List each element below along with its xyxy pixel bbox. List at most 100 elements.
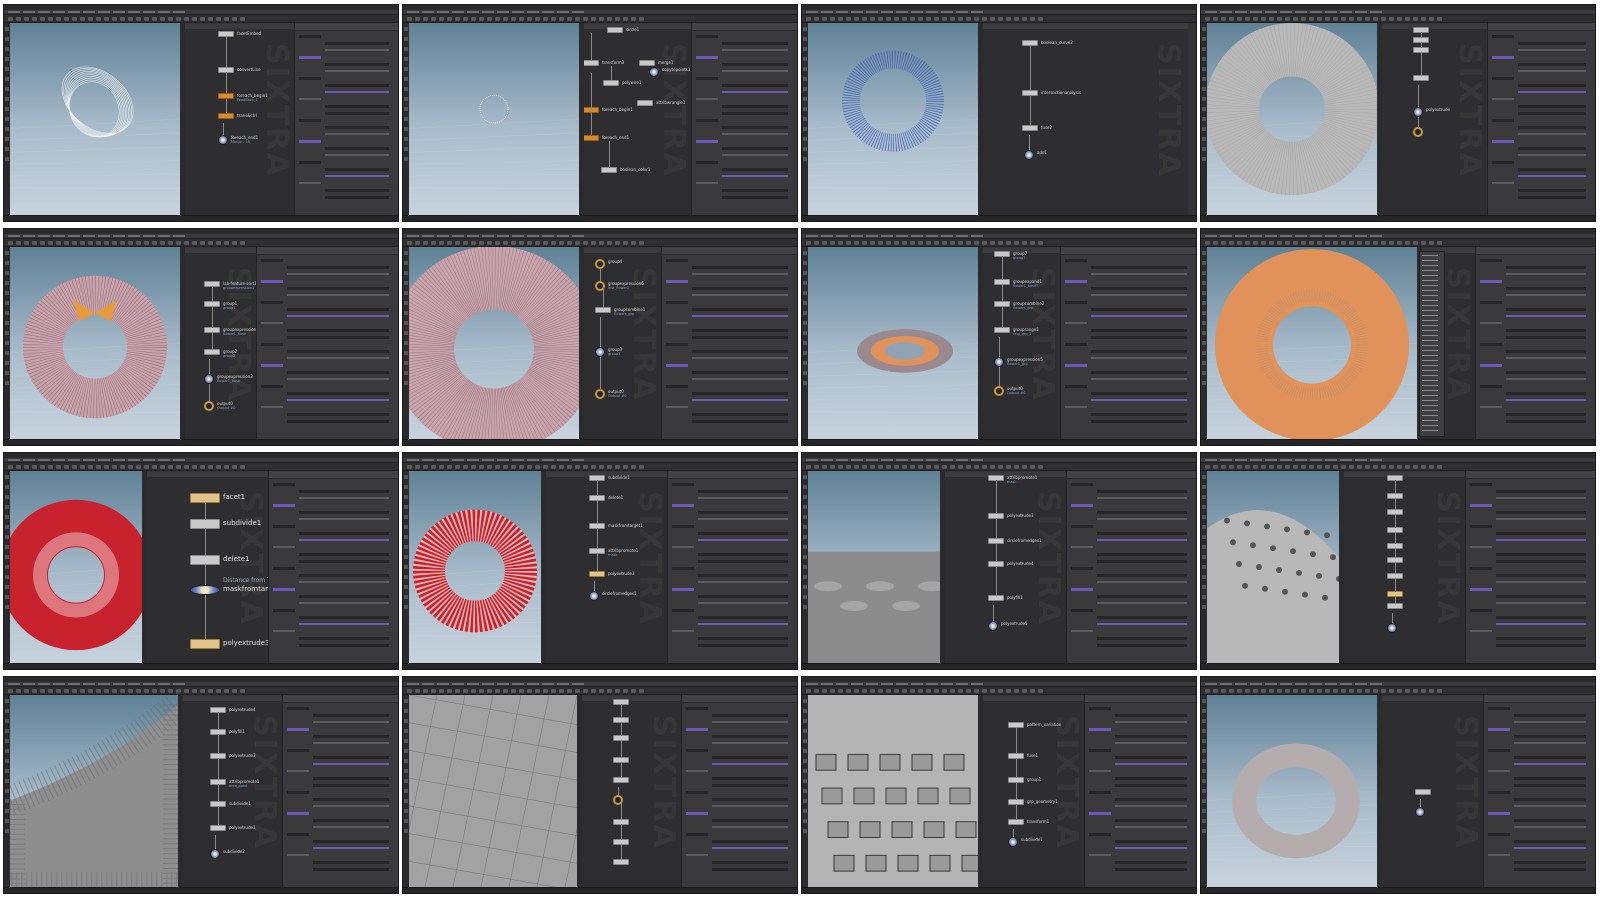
parameter-row[interactable] [1089, 812, 1111, 815]
parameter-row[interactable] [1492, 140, 1514, 143]
tool-icon[interactable] [803, 157, 807, 161]
network-editor[interactable]: SIXTRAboolean_curve2intersectionanalysis… [983, 23, 1188, 215]
menu-item[interactable] [926, 683, 938, 685]
shelf-tool-icon[interactable] [1022, 17, 1027, 21]
tool-icon[interactable] [1202, 719, 1206, 723]
parameter-row[interactable] [712, 763, 788, 765]
shelf-tool-icon[interactable] [631, 465, 636, 469]
shelf-tool-icon[interactable] [200, 689, 205, 693]
shelf-tool-icon[interactable] [854, 241, 859, 245]
tool-icon[interactable] [5, 769, 9, 773]
parameter-row[interactable] [299, 511, 389, 514]
shelf-tool-icon[interactable] [1389, 689, 1394, 693]
parameter-row[interactable] [722, 42, 788, 45]
menu-item[interactable] [422, 459, 434, 461]
sop-node[interactable] [1387, 603, 1403, 609]
menu-item[interactable] [1280, 11, 1292, 13]
shelf-tool-icon[interactable] [902, 465, 907, 469]
parameter-row[interactable] [1089, 854, 1111, 856]
shelf-tool-icon[interactable] [942, 689, 947, 693]
menu-item[interactable] [1205, 235, 1217, 237]
menu-item[interactable] [8, 459, 20, 461]
menu-item[interactable] [881, 459, 893, 461]
menu-item[interactable] [1205, 11, 1217, 13]
tool-icon[interactable] [5, 505, 9, 509]
tool-icon[interactable] [803, 829, 807, 833]
shelf-tool-icon[interactable] [1301, 465, 1306, 469]
tool-icon[interactable] [5, 545, 9, 549]
shelf-tool-icon[interactable] [1205, 465, 1210, 469]
parameter-row[interactable] [273, 525, 295, 528]
shelf-tool-icon[interactable] [1293, 17, 1298, 21]
parameter-row[interactable] [299, 119, 321, 122]
menu-item[interactable] [497, 683, 509, 685]
parameter-row[interactable] [299, 644, 389, 647]
shelf-tool-icon[interactable] [447, 241, 452, 245]
menu-entry[interactable] [1422, 405, 1438, 406]
shelf-tool-icon[interactable] [112, 689, 117, 693]
shelf-toolbar[interactable] [403, 463, 797, 471]
parameter-row[interactable] [1097, 623, 1187, 625]
tool-icon[interactable] [1202, 575, 1206, 579]
parameter-row[interactable] [722, 70, 788, 72]
shelf-tool-icon[interactable] [910, 241, 915, 245]
shelf-tool-icon[interactable] [1269, 689, 1274, 693]
parameter-row[interactable] [1115, 735, 1187, 738]
parameter-row[interactable] [325, 196, 389, 199]
shelf-tool-icon[interactable] [1038, 241, 1043, 245]
parameter-row[interactable] [1089, 833, 1111, 836]
tool-icon[interactable] [404, 545, 408, 549]
menu-entry[interactable] [1422, 395, 1438, 396]
tool-icon[interactable] [404, 709, 408, 713]
parameter-row[interactable] [712, 735, 788, 738]
tool-icon[interactable] [5, 819, 9, 823]
shelf-tool-icon[interactable] [471, 465, 476, 469]
shelf-tool-icon[interactable] [878, 17, 883, 21]
shelf-tool-icon[interactable] [48, 17, 53, 21]
shelf-tool-icon[interactable] [806, 17, 811, 21]
shelf-tool-icon[interactable] [862, 465, 867, 469]
parameter-row[interactable] [692, 392, 788, 395]
tool-icon[interactable] [1202, 137, 1206, 141]
shelf-tool-icon[interactable] [1261, 465, 1266, 469]
menu-item[interactable] [158, 11, 170, 13]
shelf-tool-icon[interactable] [64, 17, 69, 21]
shelf-tool-icon[interactable] [479, 465, 484, 469]
tool-icon[interactable] [1202, 371, 1206, 375]
shelf-tool-icon[interactable] [926, 17, 931, 21]
shelf-tool-icon[interactable] [471, 17, 476, 21]
parameter-row[interactable] [692, 273, 788, 275]
shelf-tool-icon[interactable] [463, 689, 468, 693]
shelf-tool-icon[interactable] [1030, 241, 1035, 245]
menu-item[interactable] [452, 11, 464, 13]
shelf-tool-icon[interactable] [1301, 241, 1306, 245]
parameter-header[interactable] [257, 247, 398, 255]
network-path-bar[interactable] [584, 247, 663, 253]
parameter-row[interactable] [299, 532, 389, 535]
network-editor[interactable]: SIXTRAfacet1subdivide1delete1maskfromtar… [147, 471, 270, 663]
shelf-tool-icon[interactable] [1030, 17, 1035, 21]
parameter-row[interactable] [1089, 707, 1111, 710]
tool-icon[interactable] [803, 97, 807, 101]
tool-icon[interactable] [5, 719, 9, 723]
parameter-row[interactable] [261, 301, 283, 304]
scene-viewport[interactable] [808, 23, 978, 215]
shelf-tool-icon[interactable] [583, 689, 588, 693]
shelf-tool-icon[interactable] [104, 465, 109, 469]
parameter-row[interactable] [1115, 805, 1187, 807]
parameter-row[interactable] [698, 518, 788, 520]
menu-item[interactable] [113, 459, 125, 461]
shelf-tool-icon[interactable] [1245, 17, 1250, 21]
shelf-tool-icon[interactable] [415, 689, 420, 693]
shelf-tool-icon[interactable] [56, 465, 61, 469]
parameter-row[interactable] [1514, 777, 1586, 780]
menu-item[interactable] [881, 11, 893, 13]
shelf-tool-icon[interactable] [575, 689, 580, 693]
parameter-row[interactable] [325, 70, 389, 72]
shelf-tool-icon[interactable] [431, 17, 436, 21]
tool-icon[interactable] [5, 271, 9, 275]
menu-item[interactable] [83, 459, 95, 461]
menu-item[interactable] [407, 235, 419, 237]
node-display-flag-icon[interactable] [218, 135, 228, 145]
shelf-tool-icon[interactable] [1285, 17, 1290, 21]
